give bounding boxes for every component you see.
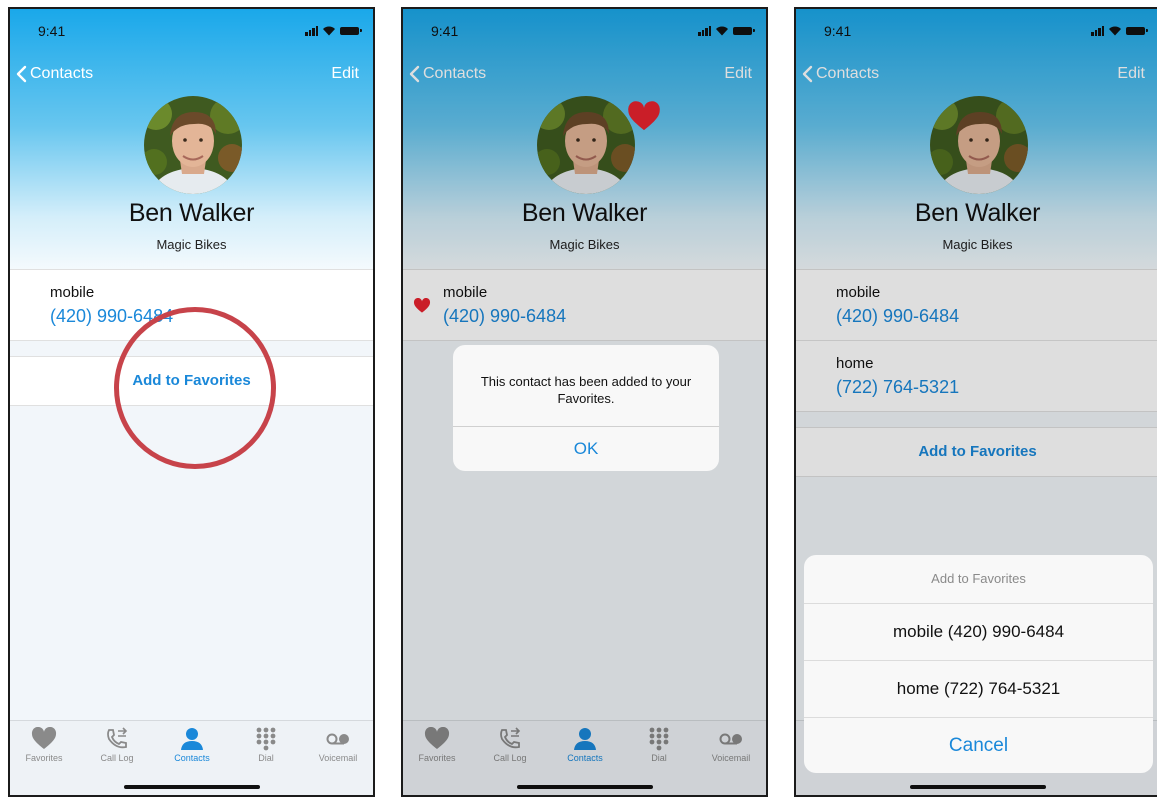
status-time: 9:41 — [38, 23, 66, 39]
phone-label: mobile — [50, 284, 95, 301]
contact-name: Ben Walker — [128, 199, 255, 227]
tab-bar: Favorites Call Log Contacts Dial Voicema… — [10, 720, 373, 795]
home-indicator[interactable] — [123, 785, 260, 789]
action-sheet-title: Add to Favorites — [804, 555, 1153, 604]
contact-company: Magic Bikes — [156, 237, 227, 252]
action-sheet: Add to Favorites mobile (420) 990-6484 h… — [804, 555, 1153, 773]
back-label: Contacts — [30, 65, 94, 82]
contact-avatar — [144, 96, 242, 194]
call-log-icon — [107, 727, 128, 749]
phone-screen-1: 9:41 Contacts Edit Ben Walker Magic Bike… — [8, 7, 375, 797]
tab-call-log[interactable]: Call Log — [87, 727, 147, 763]
tab-contacts[interactable]: Contacts — [162, 727, 222, 763]
tab-label: Favorites — [25, 753, 63, 763]
tab-dial[interactable]: Dial — [236, 727, 296, 763]
signal-icon — [305, 25, 318, 36]
confirmation-alert: This contact has been added to your Favo… — [453, 345, 719, 471]
tab-voicemail[interactable]: Voicemail — [308, 727, 368, 763]
sheet-option-mobile[interactable]: mobile (420) 990-6484 — [804, 604, 1153, 661]
battery-icon — [340, 26, 362, 35]
phone-screen-2: 9:41 Contacts Edit Ben Walker Magic Bike… — [401, 7, 768, 797]
tab-label: Dial — [258, 753, 274, 763]
tab-label: Voicemail — [318, 753, 358, 763]
highlight-circle — [114, 307, 276, 469]
status-icons — [305, 25, 362, 36]
sheet-cancel-button[interactable]: Cancel — [804, 718, 1153, 773]
tab-label: Call Log — [100, 753, 134, 763]
wifi-icon — [323, 26, 335, 36]
person-icon — [181, 728, 203, 750]
tab-label: Contacts — [174, 753, 210, 763]
phone-screen-3: 9:41 Contacts Edit Ben Walker Magic Bike… — [794, 7, 1157, 797]
chevron-left-icon — [16, 65, 27, 83]
keypad-icon — [256, 727, 276, 751]
heart-icon — [31, 727, 57, 749]
edit-button[interactable]: Edit — [331, 65, 359, 83]
alert-message: This contact has been added to your Favo… — [480, 374, 692, 406]
back-button[interactable]: Contacts — [16, 65, 93, 83]
sheet-option-home[interactable]: home (722) 764-5321 — [804, 661, 1153, 718]
voicemail-icon — [326, 733, 349, 745]
tab-favorites[interactable]: Favorites — [14, 727, 74, 763]
alert-ok-button[interactable]: OK — [453, 426, 719, 471]
